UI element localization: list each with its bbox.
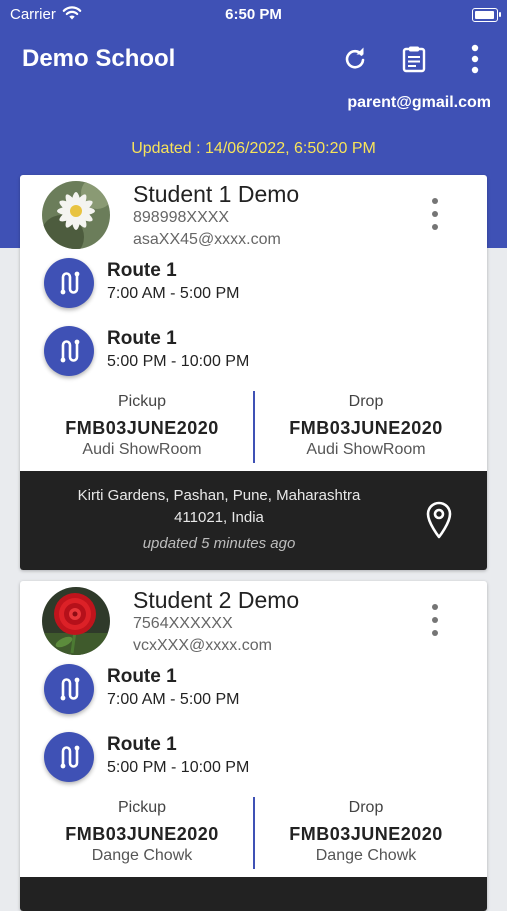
student-phone: 7564XXXXXX [133,615,233,632]
student-phone: 898998XXXX [133,209,230,226]
pickup-label: Pickup [117,393,167,410]
drop-place: Dange Chowk [315,847,417,864]
address-line-1: Kirti Gardens, Pashan, Pune, Maharashtra [77,487,361,504]
route-row[interactable]: Route 1 5:00 PM - 10:00 PM [44,322,444,382]
route-time: 7:00 AM - 5:00 PM [107,691,240,708]
route-time: 5:00 PM - 10:00 PM [107,353,250,370]
route-time: 5:00 PM - 10:00 PM [107,759,250,776]
route-icon [44,326,94,376]
drop-place: Audi ShowRoom [306,441,426,458]
white-daisy-photo [42,181,110,249]
route-name: Route 1 [107,328,177,349]
location-panel[interactable] [20,877,487,911]
location-pin-icon[interactable] [424,501,454,539]
location-updated: updated 5 minutes ago [142,535,296,552]
route-row[interactable]: Route 1 5:00 PM - 10:00 PM [44,728,444,788]
route-row[interactable]: Route 1 7:00 AM - 5:00 PM [44,660,444,720]
address-line-2: 411021, India [174,509,264,526]
pickup-drop-divider [253,391,255,463]
refresh-icon[interactable] [340,44,370,74]
route-icon [44,258,94,308]
pickup-label: Pickup [117,799,167,816]
drop-label: Drop [348,799,384,816]
card-more-icon[interactable] [423,197,447,231]
drop-code: FMB03JUNE2020 [289,418,443,438]
status-bar: Carrier 6:50 PM [0,0,507,30]
card-more-icon[interactable] [423,603,447,637]
student-avatar [42,181,110,249]
route-icon [44,732,94,782]
account-email: parent@gmail.com [347,94,491,111]
clipboard-icon[interactable] [399,44,429,74]
pickup-code: FMB03JUNE2020 [65,418,219,438]
route-name: Route 1 [107,260,177,281]
student-avatar [42,587,110,655]
route-icon [44,664,94,714]
drop-section: Drop FMB03JUNE2020 Audi ShowRoom [256,393,476,459]
route-name: Route 1 [107,734,177,755]
app-title: Demo School [22,45,176,72]
pickup-code: FMB03JUNE2020 [65,824,219,844]
location-address: Kirti Gardens, Pashan, Pune, Maharashtra… [40,485,398,529]
red-dahlia-photo [42,587,110,655]
last-updated-label: Updated : 14/06/2022, 6:50:20 PM [131,140,376,157]
route-row[interactable]: Route 1 7:00 AM - 5:00 PM [44,254,444,314]
student-card[interactable]: Student 1 Demo 898998XXXX asaXX45@xxxx.c… [20,175,487,570]
route-name: Route 1 [107,666,177,687]
student-name: Student 1 Demo [133,181,300,207]
pickup-section: Pickup FMB03JUNE2020 Audi ShowRoom [32,393,252,459]
battery-level [475,11,494,19]
route-time: 7:00 AM - 5:00 PM [107,285,240,302]
student-name: Student 2 Demo [133,587,300,613]
student-email: asaXX45@xxxx.com [133,231,281,248]
drop-code: FMB03JUNE2020 [289,824,443,844]
drop-label: Drop [348,393,384,410]
drop-section: Drop FMB03JUNE2020 Dange Chowk [256,799,476,865]
pickup-place: Audi ShowRoom [82,441,202,458]
student-email: vcxXXX@xxxx.com [133,637,272,654]
clock: 6:50 PM [225,6,282,23]
location-panel[interactable]: Kirti Gardens, Pashan, Pune, Maharashtra… [20,471,487,570]
battery-icon [472,8,501,22]
pickup-section: Pickup FMB03JUNE2020 Dange Chowk [32,799,252,865]
more-vert-icon[interactable] [460,44,490,74]
pickup-drop-divider [253,797,255,869]
student-card[interactable]: Student 2 Demo 7564XXXXXX vcxXXX@xxxx.co… [20,581,487,911]
pickup-place: Dange Chowk [91,847,193,864]
